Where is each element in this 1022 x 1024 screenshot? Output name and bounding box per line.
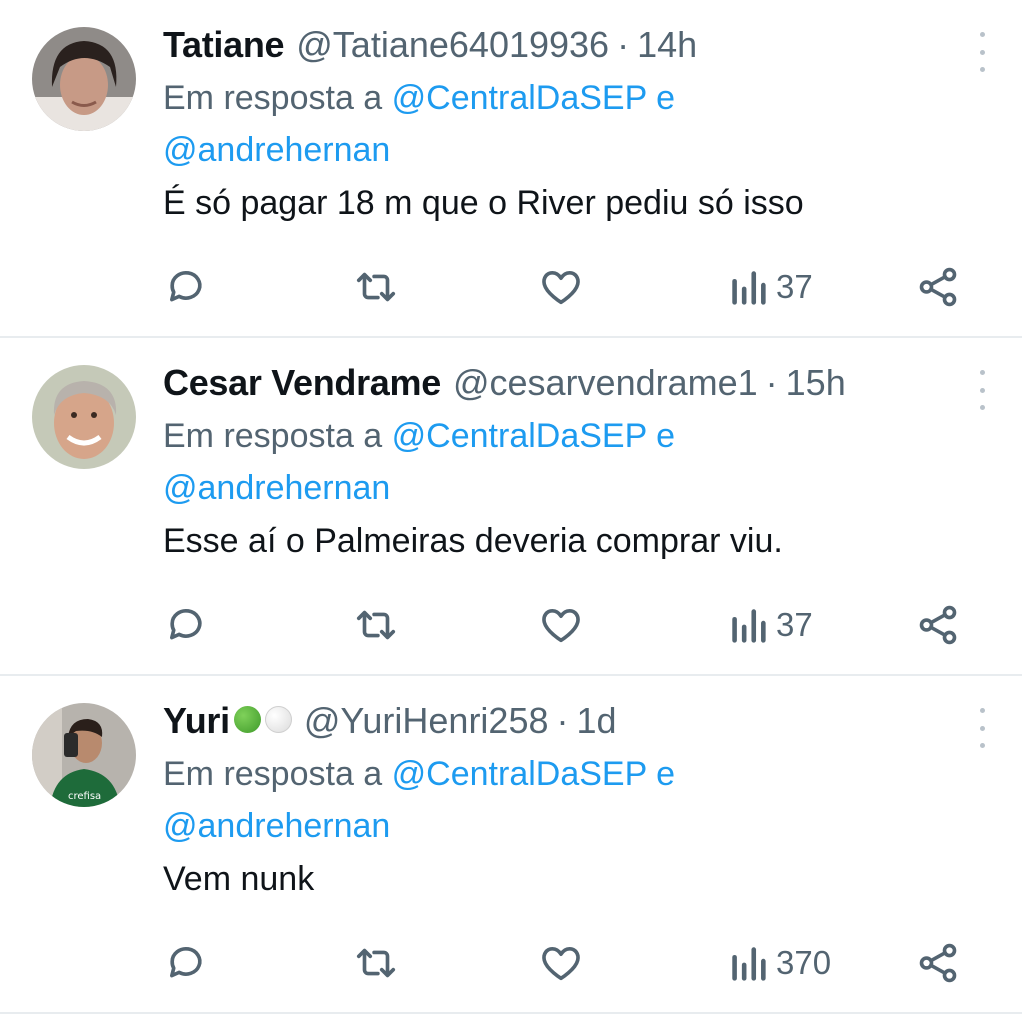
reply-tweet[interactable]: crefisa Yuri @YuriHenri258 · 1d Em respo… xyxy=(0,676,1022,1014)
views-icon xyxy=(732,609,766,643)
tweet-header: Cesar Vendrame @cesarvendrame1 · 15h xyxy=(163,358,982,408)
name-emoji xyxy=(233,706,292,733)
more-icon[interactable] xyxy=(972,370,992,410)
timestamp[interactable]: 1d xyxy=(577,696,617,746)
retweet-icon xyxy=(356,948,396,978)
reply-tweet[interactable]: Cesar Vendrame @cesarvendrame1 · 15h Em … xyxy=(0,338,1022,676)
mention-link[interactable]: @andrehernan xyxy=(163,807,390,845)
separator: · xyxy=(556,700,569,741)
views-count: 37 xyxy=(776,268,813,305)
mention-conjunction: e xyxy=(656,417,676,455)
like-button[interactable] xyxy=(538,262,584,312)
views-button[interactable]: 370 xyxy=(728,938,831,988)
reply-icon xyxy=(169,608,202,640)
green-circle-icon xyxy=(233,706,261,733)
tweet-header: Tatiane @Tatiane64019936 · 14h xyxy=(163,20,982,70)
avatar[interactable]: crefisa xyxy=(32,703,136,807)
reply-feed: Tatiane @Tatiane64019936 · 14h Em respos… xyxy=(0,0,1022,1014)
user-handle[interactable]: @Tatiane64019936 xyxy=(296,20,609,70)
share-button[interactable] xyxy=(915,600,961,650)
timestamp[interactable]: 14h xyxy=(637,20,697,70)
views-button[interactable]: 37 xyxy=(728,262,813,312)
reply-button[interactable] xyxy=(163,262,209,312)
reply-tweet[interactable]: Tatiane @Tatiane64019936 · 14h Em respos… xyxy=(0,0,1022,338)
retweet-icon xyxy=(356,272,396,302)
retweet-button[interactable] xyxy=(353,262,399,312)
mention-link[interactable]: @CentralDaSEP xyxy=(392,755,647,793)
views-button[interactable]: 37 xyxy=(728,600,813,650)
mention-link[interactable]: @andrehernan xyxy=(163,131,390,169)
white-circle-icon xyxy=(264,706,292,733)
more-icon[interactable] xyxy=(972,32,992,72)
mention-conjunction: e xyxy=(656,79,676,117)
reply-context: Em resposta a @CentralDaSEP e @andrehern… xyxy=(163,72,982,176)
tweet-header: Yuri @YuriHenri258 · 1d xyxy=(163,696,982,746)
action-bar: 37 xyxy=(163,262,963,312)
reply-icon xyxy=(169,270,202,302)
reply-prefix: Em resposta a xyxy=(163,79,383,117)
share-button[interactable] xyxy=(915,262,961,312)
tweet-text: É só pagar 18 m que o River pediu só iss… xyxy=(163,184,804,222)
views-icon xyxy=(732,271,766,305)
reply-prefix: Em resposta a xyxy=(163,755,383,793)
timestamp[interactable]: 15h xyxy=(786,358,846,408)
separator: · xyxy=(765,362,778,403)
reply-prefix: Em resposta a xyxy=(163,417,383,455)
mention-link[interactable]: @andrehernan xyxy=(163,469,390,507)
tweet-text: Vem nunk xyxy=(163,860,315,898)
user-handle[interactable]: @YuriHenri258 xyxy=(304,696,549,746)
mention-link[interactable]: @CentralDaSEP xyxy=(392,79,647,117)
like-icon xyxy=(542,270,580,305)
more-icon[interactable] xyxy=(972,708,992,748)
share-button[interactable] xyxy=(915,938,961,988)
tweet-text: Esse aí o Palmeiras deveria comprar viu. xyxy=(163,522,783,560)
avatar[interactable] xyxy=(32,365,136,469)
display-name[interactable]: Cesar Vendrame xyxy=(163,358,441,408)
reply-context: Em resposta a @CentralDaSEP e @andrehern… xyxy=(163,748,982,852)
display-name[interactable]: Tatiane xyxy=(163,20,285,70)
separator: · xyxy=(617,24,630,65)
retweet-button[interactable] xyxy=(353,600,399,650)
reply-icon xyxy=(169,946,202,978)
share-icon xyxy=(919,943,957,983)
svg-text:crefisa: crefisa xyxy=(68,791,101,802)
retweet-button[interactable] xyxy=(353,938,399,988)
user-handle[interactable]: @cesarvendrame1 xyxy=(453,358,758,408)
like-button[interactable] xyxy=(538,600,584,650)
reply-button[interactable] xyxy=(163,600,209,650)
reply-context: Em resposta a @CentralDaSEP e @andrehern… xyxy=(163,410,982,514)
like-button[interactable] xyxy=(538,938,584,988)
reply-button[interactable] xyxy=(163,938,209,988)
share-icon xyxy=(919,605,957,645)
views-count: 37 xyxy=(776,606,813,643)
views-icon xyxy=(732,947,766,981)
share-icon xyxy=(919,267,957,307)
action-bar: 37 xyxy=(163,600,963,650)
retweet-icon xyxy=(356,610,396,640)
like-icon xyxy=(542,946,580,981)
mention-conjunction: e xyxy=(656,755,676,793)
views-count: 370 xyxy=(776,944,832,981)
action-bar: 370 xyxy=(163,938,963,988)
mention-link[interactable]: @CentralDaSEP xyxy=(392,417,647,455)
avatar[interactable] xyxy=(32,27,136,131)
like-icon xyxy=(542,608,580,643)
display-name[interactable]: Yuri xyxy=(163,696,230,746)
